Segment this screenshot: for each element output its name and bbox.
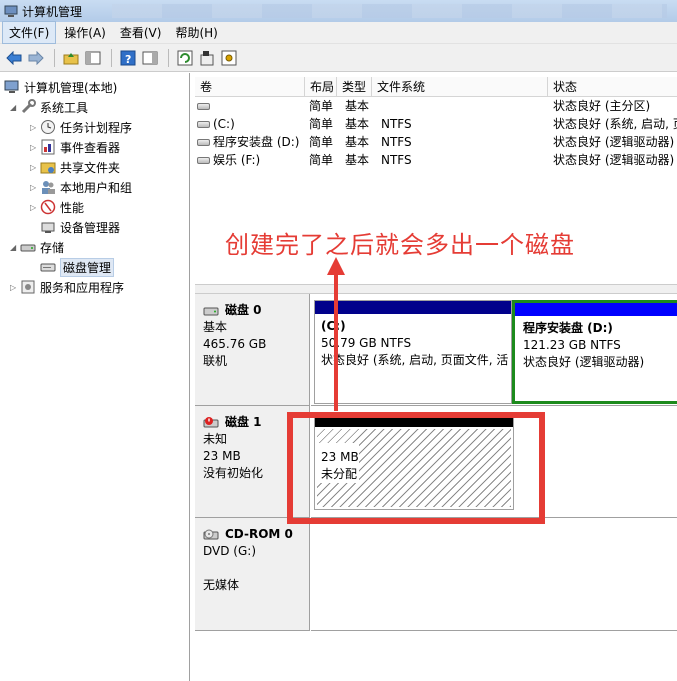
toolbar-separator — [168, 48, 169, 67]
menu-help[interactable]: 帮助(H) — [169, 22, 223, 43]
help-icon[interactable]: ? — [118, 48, 138, 68]
logical-drive-bar — [515, 303, 677, 316]
collapsed-arrow-icon[interactable]: ▷ — [10, 283, 20, 292]
cdrom-0-area — [311, 518, 677, 631]
menu-bar: 文件(F) 操作(A) 查看(V) 帮助(H) — [0, 21, 677, 44]
expanded-arrow-icon[interactable]: ◢ — [10, 243, 20, 252]
blurred-tabs — [112, 4, 667, 18]
disk-map: 磁盘 0 基本 465.76 GB 联机 (C:) 50.79 GB NTFS … — [195, 294, 677, 681]
table-row[interactable]: (C:) 简单 基本 NTFS 状态良好 (系统, 启动, 页 — [195, 115, 677, 133]
tree-item-local-users[interactable]: ▷ 本地用户和组 — [30, 177, 132, 197]
volume-list-header: 卷 布局 类型 文件系统 状态 — [195, 77, 677, 97]
primary-partition-bar — [315, 301, 511, 314]
collapsed-arrow-icon[interactable]: ▷ — [30, 203, 40, 212]
drive-icon — [197, 139, 210, 146]
collapsed-arrow-icon[interactable]: ▷ — [30, 123, 40, 132]
collapsed-arrow-icon[interactable]: ▷ — [30, 143, 40, 152]
pane-splitter[interactable] — [195, 284, 677, 294]
window-title: 计算机管理 — [22, 4, 83, 19]
users-icon — [40, 179, 56, 195]
table-row[interactable]: 程序安装盘 (D:) 简单 基本 NTFS 状态良好 (逻辑驱动器) — [195, 133, 677, 151]
annotation-arrow-head — [327, 257, 345, 275]
expanded-arrow-icon[interactable]: ◢ — [10, 103, 20, 112]
tree-item-shared-folders[interactable]: ▷ 共享文件夹 — [30, 157, 120, 177]
disk-0-label[interactable]: 磁盘 0 基本 465.76 GB 联机 — [195, 294, 310, 406]
tree-item-disk-management[interactable]: 磁盘管理 — [40, 257, 115, 277]
unallocated-bar — [315, 415, 513, 427]
toolbar-separator — [54, 48, 55, 67]
tools-icon — [20, 99, 36, 115]
toolbar: ? — [0, 44, 677, 72]
drive-icon — [197, 103, 210, 110]
cdrom-0-label[interactable]: CD-ROM 0 DVD (G:) 无媒体 — [195, 518, 310, 631]
unallocated-space[interactable]: 23 MB 未分配 — [314, 414, 514, 510]
cd-drive-icon — [203, 529, 219, 539]
drive-icon — [197, 157, 210, 164]
collapsed-arrow-icon[interactable]: ▷ — [30, 163, 40, 172]
tree-item-event-viewer[interactable]: ▷ 事件查看器 — [30, 137, 120, 157]
drive-icon — [197, 121, 210, 128]
column-header-filesystem[interactable]: 文件系统 — [372, 77, 548, 97]
tree-item-performance[interactable]: ▷ 性能 — [30, 197, 84, 217]
annotation-arrow-shaft — [334, 268, 338, 411]
title-bar: 计算机管理 — [0, 0, 677, 22]
collapsed-arrow-icon[interactable]: ▷ — [30, 183, 40, 192]
hard-disk-icon — [203, 307, 219, 315]
shared-folder-icon — [40, 159, 56, 175]
disk-1-label[interactable]: 磁盘 1 未知 23 MB 没有初始化 — [195, 406, 310, 518]
show-hide-tree-icon[interactable] — [83, 48, 103, 68]
settings-icon[interactable] — [219, 48, 239, 68]
storage-icon — [20, 239, 36, 255]
column-header-volume[interactable]: 卷 — [195, 77, 305, 97]
tree-item-device-manager[interactable]: 设备管理器 — [40, 217, 120, 237]
services-icon — [20, 279, 36, 295]
forward-icon[interactable] — [26, 48, 46, 68]
column-header-layout[interactable]: 布局 — [305, 77, 337, 97]
navigation-tree: 计算机管理(本地) ◢ 系统工具 ▷ 任务计划程序 ▷ 事件查看器 ▷ 共享文件… — [0, 73, 190, 681]
partition-d[interactable]: 程序安装盘 (D:) 121.23 GB NTFS 状态良好 (逻辑驱动器) — [512, 300, 677, 404]
partition-c[interactable]: (C:) 50.79 GB NTFS 状态良好 (系统, 启动, 页面文件, 活 — [314, 300, 512, 404]
svg-text:?: ? — [125, 53, 131, 66]
event-viewer-icon — [40, 139, 56, 155]
back-icon[interactable] — [4, 48, 24, 68]
export-list-icon[interactable] — [197, 48, 217, 68]
annotation-text: 创建完了之后就会多出一个磁盘 — [225, 231, 575, 259]
disk-management-icon — [40, 259, 56, 275]
up-folder-icon[interactable] — [61, 48, 81, 68]
tree-item-storage[interactable]: ◢ 存储 — [10, 237, 64, 257]
computer-management-icon — [4, 79, 20, 95]
column-header-type[interactable]: 类型 — [337, 77, 372, 97]
tree-item-task-scheduler[interactable]: ▷ 任务计划程序 — [30, 117, 132, 137]
performance-icon — [40, 199, 56, 215]
disk-0-partitions: (C:) 50.79 GB NTFS 状态良好 (系统, 启动, 页面文件, 活… — [311, 294, 677, 406]
computer-management-icon — [4, 5, 18, 17]
menu-file[interactable]: 文件(F) — [2, 21, 57, 44]
disk-1-partitions: 23 MB 未分配 — [311, 406, 677, 518]
uninitialized-disk-icon — [203, 416, 219, 427]
tree-item-computer-management[interactable]: 计算机管理(本地) — [4, 77, 117, 97]
toolbar-separator — [111, 48, 112, 67]
table-row[interactable]: 娱乐 (F:) 简单 基本 NTFS 状态良好 (逻辑驱动器) — [195, 151, 677, 169]
menu-action[interactable]: 操作(A) — [58, 22, 112, 43]
column-header-status[interactable]: 状态 — [548, 77, 677, 97]
tree-item-services[interactable]: ▷ 服务和应用程序 — [10, 277, 124, 297]
properties-pane-icon[interactable] — [140, 48, 160, 68]
device-manager-icon — [40, 219, 56, 235]
table-row[interactable]: 简单 基本 状态良好 (主分区) — [195, 97, 677, 115]
refresh-icon[interactable] — [175, 48, 195, 68]
tree-item-system-tools[interactable]: ◢ 系统工具 — [10, 97, 88, 117]
menu-view[interactable]: 查看(V) — [114, 22, 168, 43]
clock-icon — [40, 119, 56, 135]
